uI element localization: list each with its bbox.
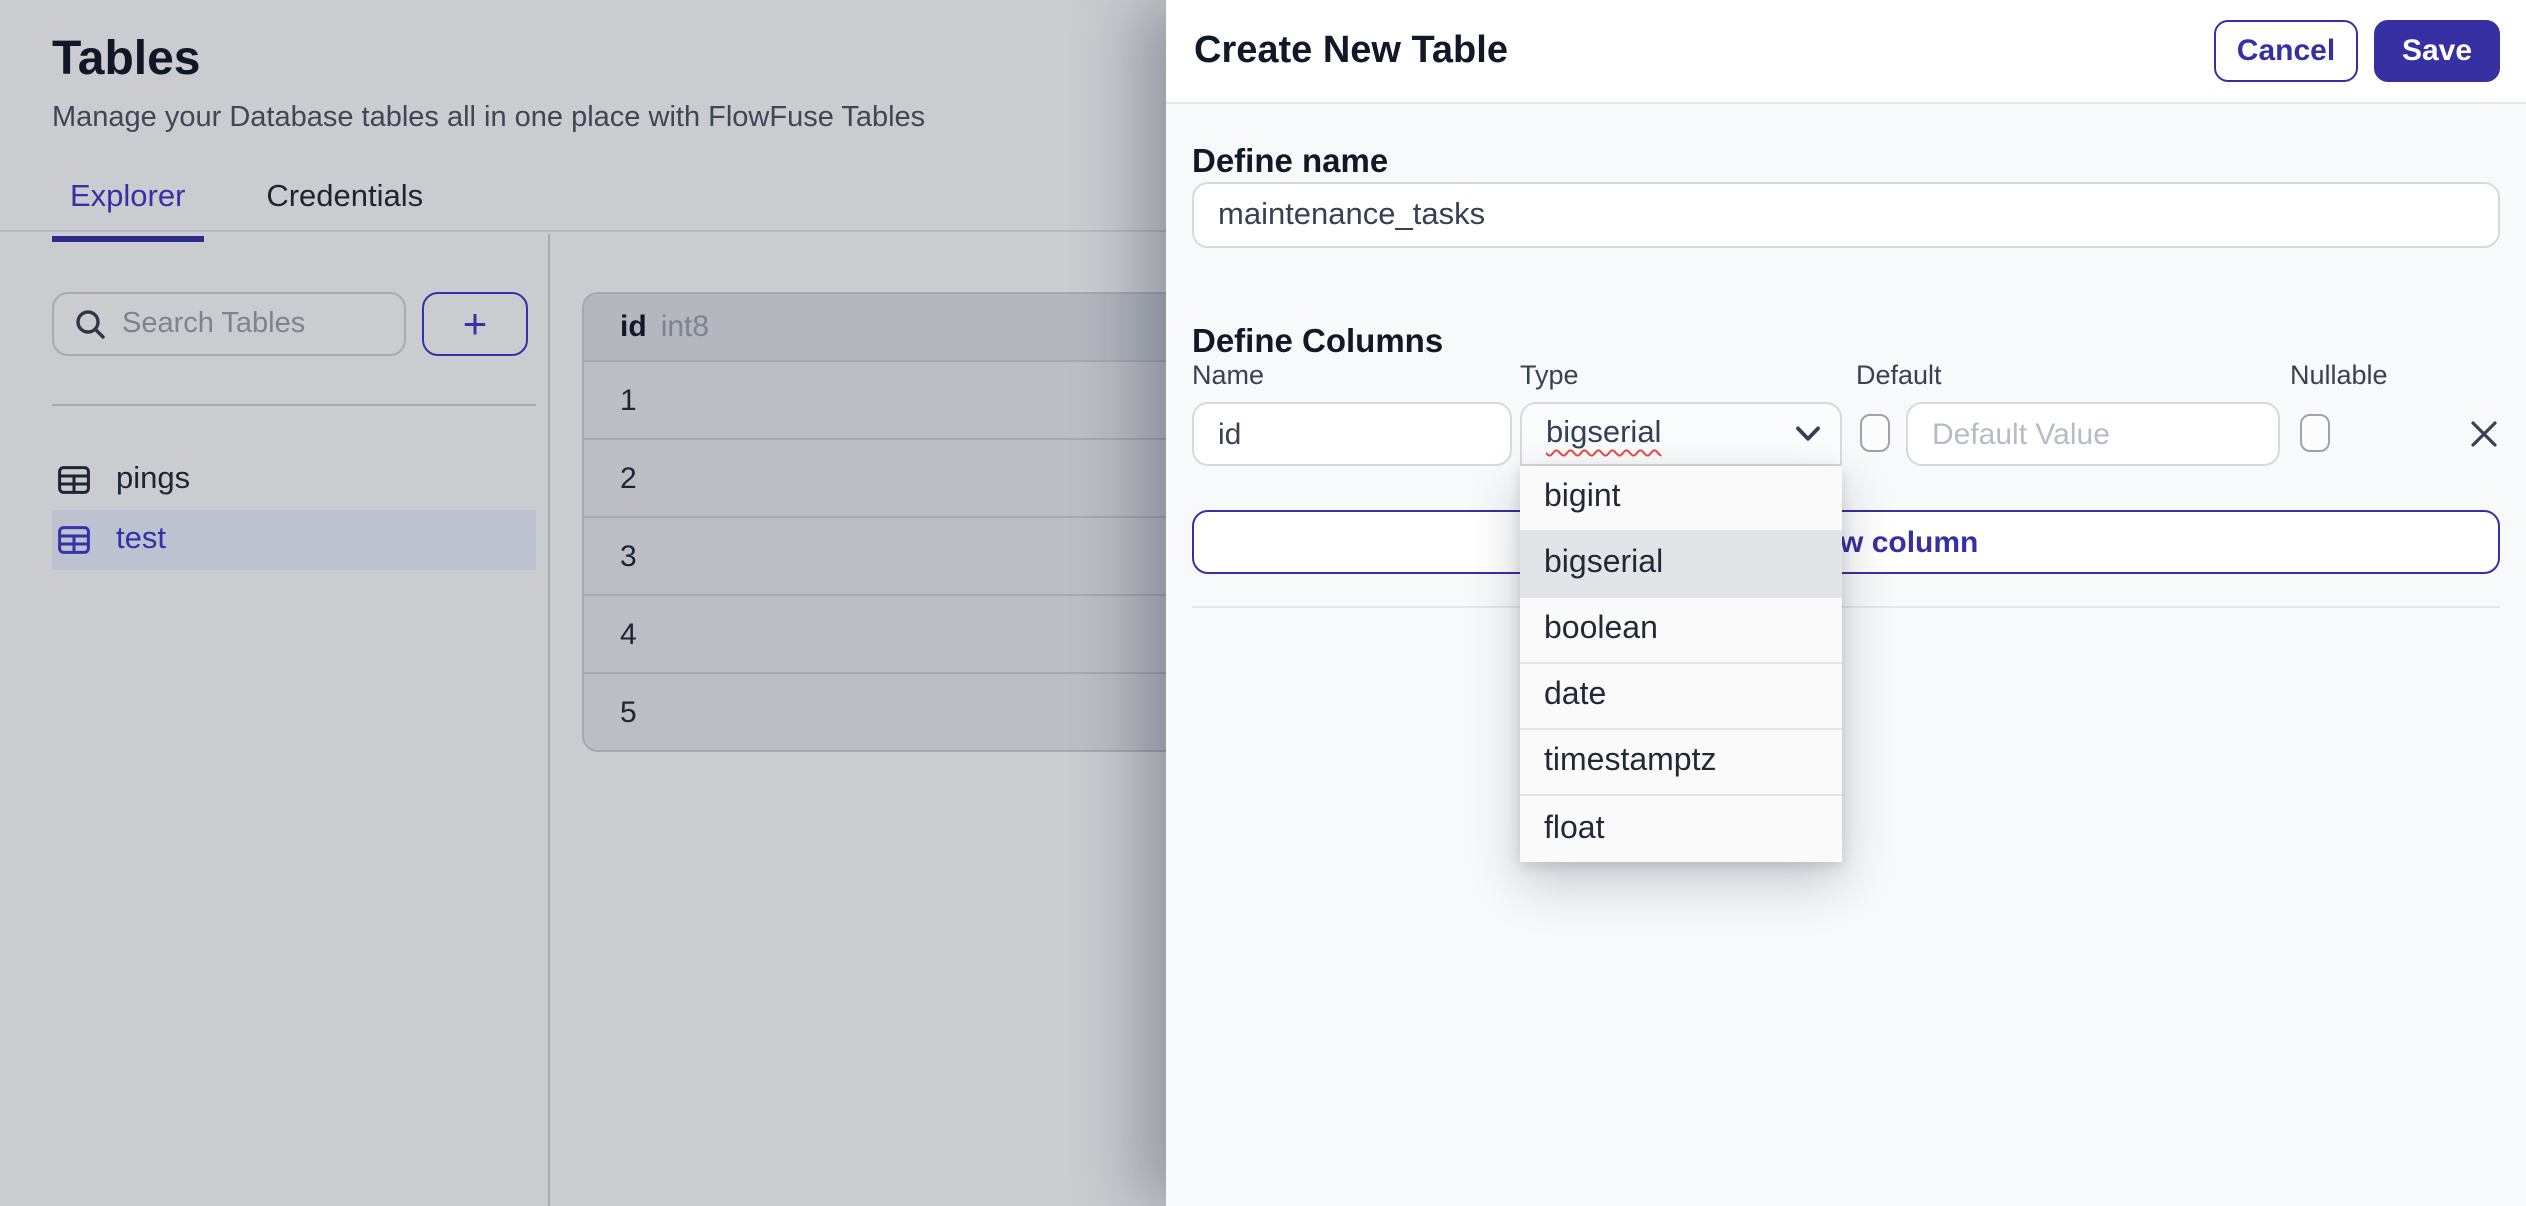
app: Tables Manage your Database tables all i… [0, 0, 2526, 1206]
close-icon [2471, 421, 2497, 447]
column-name-label: Name [1192, 360, 1265, 390]
type-option-date[interactable]: date [1520, 664, 1842, 730]
column-default-label: Default [1856, 360, 1942, 390]
define-columns-label: Define Columns [1192, 324, 1444, 360]
type-dropdown-menu: bigint bigserial boolean date timestampt… [1520, 466, 1842, 862]
panel-title: Create New Table [1194, 29, 1508, 71]
column-type-select[interactable]: bigserial [1520, 402, 1842, 466]
default-value-input[interactable] [1906, 402, 2280, 466]
panel-header: Create New Table Cancel Save [1166, 0, 2526, 104]
type-option-boolean[interactable]: boolean [1520, 598, 1842, 664]
remove-column-button[interactable] [2466, 416, 2502, 452]
type-option-float[interactable]: float [1520, 796, 1842, 862]
nullable-checkbox[interactable] [2300, 414, 2330, 452]
chevron-down-icon [1796, 426, 1820, 441]
column-nullable-label: Nullable [2290, 360, 2388, 390]
section-divider [1192, 606, 2500, 608]
save-button[interactable]: Save [2374, 20, 2500, 82]
type-option-bigint[interactable]: bigint [1520, 466, 1842, 532]
column-type-label: Type [1520, 360, 1579, 390]
column-name-input[interactable] [1192, 402, 1512, 466]
type-option-timestamptz[interactable]: timestamptz [1520, 730, 1842, 796]
type-option-bigserial[interactable]: bigserial [1520, 532, 1842, 598]
default-checkbox[interactable] [1860, 414, 1890, 452]
panel-body: Define name Define Columns Name Type Def… [1166, 104, 2526, 1206]
define-name-label: Define name [1192, 144, 1389, 180]
add-new-column-button[interactable]: + Add new column [1192, 510, 2500, 574]
modal-backdrop[interactable] [0, 0, 1166, 1206]
cancel-button[interactable]: Cancel [2214, 20, 2358, 82]
selected-type-value: bigserial [1546, 416, 1662, 450]
create-table-panel: Create New Table Cancel Save Define name… [1166, 0, 2526, 1206]
table-name-input[interactable] [1192, 182, 2500, 248]
